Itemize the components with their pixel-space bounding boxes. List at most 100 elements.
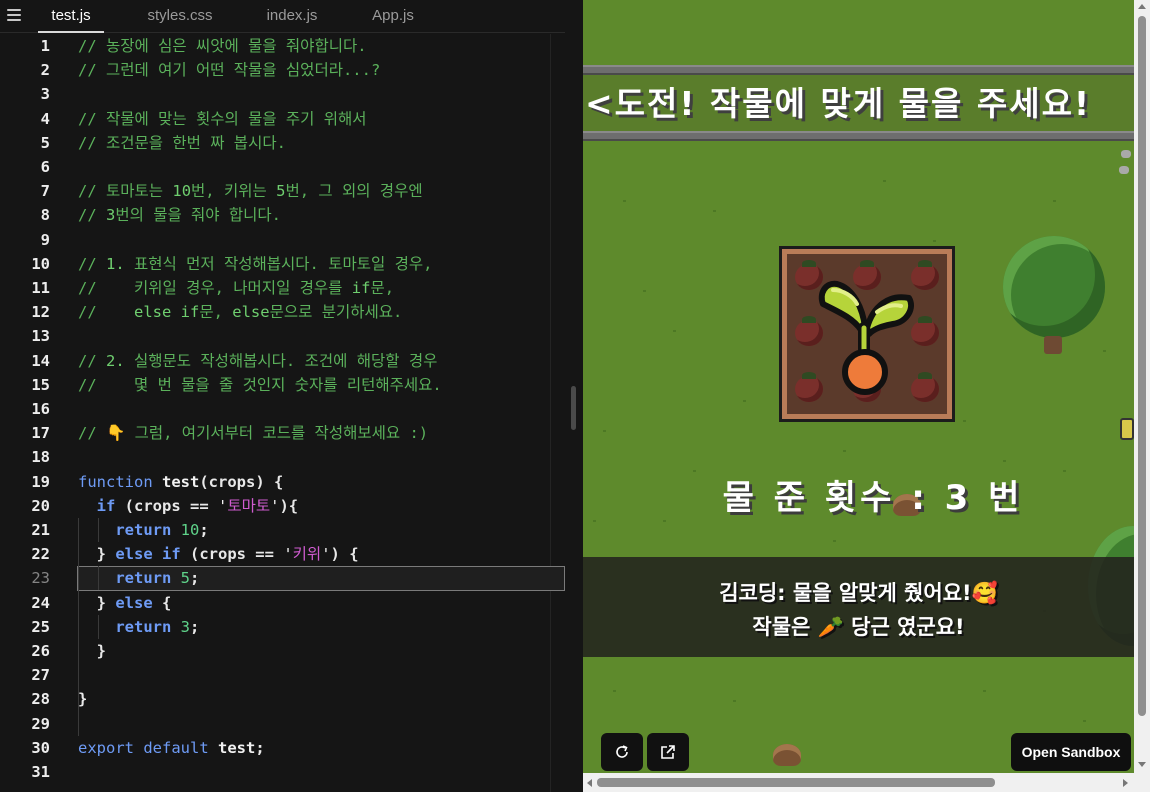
line-number: 17 [31,424,50,443]
line-number: 20 [31,496,50,515]
code-token: function [78,472,162,491]
code-line[interactable]: 31 [0,760,565,784]
code-line[interactable]: 16 [0,397,565,421]
code-text: // 3번의 물을 줘야 합니다. [78,203,281,227]
refresh-button[interactable] [601,733,643,771]
split-drag-handle[interactable] [571,386,576,430]
scroll-left-arrow-icon[interactable] [587,779,592,787]
line-number: 8 [40,206,50,225]
tab-styles-css[interactable]: styles.css [134,0,226,33]
grass-tuft [743,400,746,402]
grass-tuft [983,690,986,692]
line-number: 16 [31,400,50,418]
grass-tuft [833,540,836,542]
scroll-up-arrow-icon[interactable] [1138,4,1146,9]
code-line[interactable]: 2 // 그런데 여기 어떤 작물을 심었더라...? [0,58,565,82]
open-sandbox-button[interactable]: Open Sandbox [1011,733,1131,771]
code-line[interactable]: 19 function test(crops) { [0,470,565,494]
code-line[interactable]: 14 // 2. 실행문도 작성해봅시다. 조건에 해당할 경우 [0,349,565,373]
code-line[interactable]: 15 // 몇 번 물을 줄 것인지 숫자를 리턴해주세요. [0,373,565,397]
preview-horizontal-scrollbar[interactable] [583,773,1150,792]
code-text: // 토마토는 10번, 키위는 5번, 그 외의 경우엔 [78,179,423,203]
code-line[interactable]: 4 // 작물에 맞는 횟수의 물을 주기 위해서 [0,107,565,131]
code-line[interactable]: 28} [0,687,565,711]
split-divider[interactable] [565,0,583,792]
scrollbar-thumb[interactable] [1138,16,1146,716]
code-line[interactable]: 9 [0,228,565,252]
code-token: } [78,642,106,660]
code-line[interactable]: 8 // 3번의 물을 줘야 합니다. [0,203,565,227]
open-new-window-button[interactable] [647,733,689,771]
grass-tuft [713,210,716,212]
code-token: if [96,496,116,515]
code-text: // 농장에 심은 씨앗에 물을 줘야합니다. [78,34,367,58]
line-number: 5 [40,133,50,152]
editor-tab-bar: test.js styles.css index.js App.js [0,0,565,33]
line-number: 14 [31,351,50,370]
preview-vertical-scrollbar[interactable] [1134,0,1150,773]
code-line[interactable]: 1 // 농장에 심은 씨앗에 물을 줘야합니다. [0,34,565,58]
code-token: } [78,545,116,564]
tab-index-js[interactable]: index.js [256,0,328,33]
code-token: // 토마토는 [78,182,173,201]
code-token: (crops == [180,545,284,564]
code-area[interactable]: 1 // 농장에 심은 씨앗에 물을 줘야합니다. 2 // 그런데 여기 어떤 작물… [0,34,565,792]
code-token: ){ [279,496,299,515]
code-text: return 3; [78,615,199,639]
code-text: // 조건문을 한번 짜 봅시다. [78,131,286,155]
line-number: 10 [31,254,50,273]
code-line[interactable]: 17 // 👇 그럼, 여기서부터 코드를 작성해보세요 :) [0,421,565,445]
line-number: 30 [31,738,50,757]
tab-app-js[interactable]: App.js [362,0,424,33]
code-line[interactable]: 5 // 조건문을 한번 짜 봅시다. [0,131,565,155]
code-token: // 농장에 심은 씨앗에 물을 줘야합니다. [78,37,367,55]
code-line[interactable]: 25 return 3; [0,615,565,639]
scroll-down-arrow-icon[interactable] [1138,762,1146,767]
code-token: 10 [180,521,200,539]
scroll-right-arrow-icon[interactable] [1123,779,1128,787]
code-token: 번, 그 외의 경우엔 [285,182,423,201]
code-line[interactable]: 29 [0,712,565,736]
sprout-icon [818,280,914,395]
code-line[interactable]: 21 return 10; [0,518,565,542]
code-line[interactable]: 23 return 5; [0,566,565,590]
code-token: return [115,617,172,636]
code-token: 2. [106,351,125,370]
code-token: ; [255,738,265,757]
code-line[interactable]: 18 [0,445,565,469]
code-text: function test(crops) { [78,470,283,494]
code-token: 5 [180,569,191,588]
code-line[interactable]: 26 } [0,639,565,663]
code-text: if (crops == '토마토'){ [78,494,298,518]
grass-tuft [643,290,646,292]
code-line[interactable]: 30 export default test; [0,736,565,760]
code-token: 3 [180,617,191,636]
line-number: 4 [40,109,50,128]
code-token: ; [190,617,200,636]
code-line[interactable]: 13 [0,324,565,348]
hamburger-menu-icon[interactable] [7,9,21,21]
code-editor[interactable]: test.js styles.css index.js App.js 1 // 농… [0,0,565,792]
code-text: } else if (crops == '키위') { [78,542,359,566]
code-line[interactable]: 12 // else if문, else문으로 분기하세요. [0,300,565,324]
grass-tuft [623,200,626,202]
tab-test-js[interactable]: test.js [38,0,104,33]
code-line[interactable]: 6 [0,155,565,179]
tree-stump [773,744,801,766]
code-line[interactable]: 27 [0,663,565,687]
code-token: 실행문도 작성해봅시다. 조건에 해당할 경우 [124,351,438,370]
code-token: return [115,569,172,588]
code-line[interactable]: 11 // 키위일 경우, 나머지일 경우를 if문, [0,276,565,300]
code-token: else [115,593,153,612]
code-line[interactable]: 22 } else if (crops == '키위') { [0,542,565,566]
line-number: 29 [31,714,50,733]
code-line[interactable]: 10 // 1. 표현식 먼저 작성해봅시다. 토마토일 경우, [0,252,565,276]
code-line[interactable]: 20 if (crops == '토마토'){ [0,494,565,518]
code-token: ) { [330,545,359,564]
code-line[interactable]: 24 } else { [0,591,565,615]
scrollbar-thumb[interactable] [597,778,995,787]
code-line[interactable]: 3 [0,82,565,106]
code-line[interactable]: 7 // 토마토는 10번, 키위는 5번, 그 외의 경우엔 [0,179,565,203]
